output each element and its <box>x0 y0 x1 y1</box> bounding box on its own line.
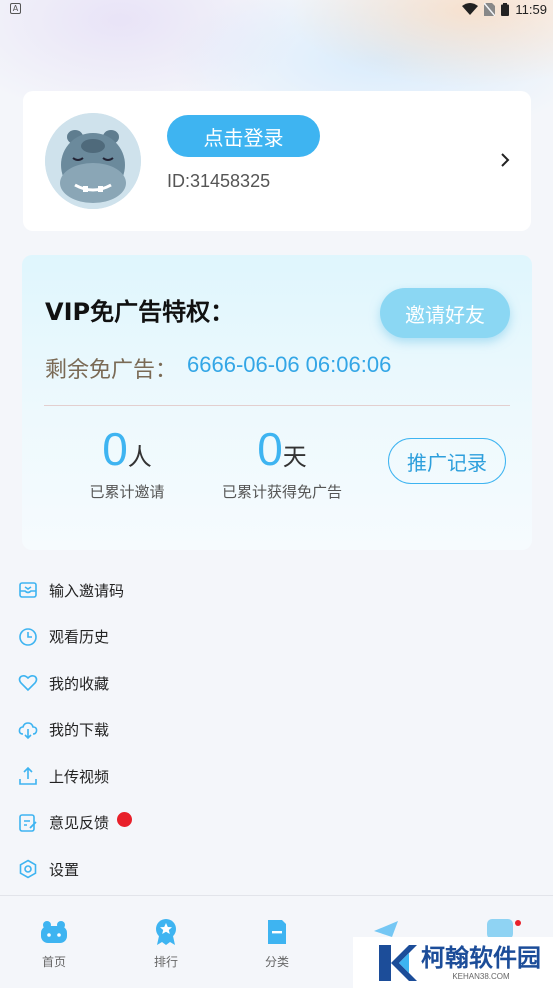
tab-label: 排行 <box>153 955 178 969</box>
send-icon <box>374 921 398 937</box>
tab-home[interactable]: 首页 <box>24 918 84 970</box>
profile-card[interactable]: 点击登录 ID:31458325 <box>23 91 531 231</box>
settings-icon <box>18 859 38 879</box>
invite-friends-button[interactable]: 邀请好友 <box>380 288 510 338</box>
menu-item-favorites[interactable]: 我的收藏 <box>0 660 553 707</box>
chevron-right-icon[interactable] <box>499 151 511 169</box>
tab-label: 分类 <box>264 955 289 969</box>
menu-item-upload[interactable]: 上传视频 <box>0 753 553 800</box>
wifi-icon <box>462 3 479 15</box>
status-bar: A 11:59 <box>0 0 553 18</box>
menu-label: 输入邀请码 <box>49 581 125 600</box>
remaining-label: 剩余免广告： <box>45 358 178 383</box>
divider <box>44 405 510 406</box>
menu-label: 上传视频 <box>49 767 110 786</box>
watermark-subtitle: KEHAN38.COM <box>452 972 510 981</box>
invited-stat: 0人 已累计邀请 <box>67 423 187 502</box>
notification-dot <box>117 812 133 828</box>
menu-item-invite-code[interactable]: 输入邀请码 <box>0 567 553 614</box>
heart-icon <box>18 673 38 693</box>
avatar[interactable] <box>45 113 141 209</box>
promotion-record-button[interactable]: 推广记录 <box>388 438 506 484</box>
menu-label: 我的收藏 <box>49 674 110 693</box>
tab-label: 首页 <box>41 955 66 969</box>
vip-title: VIP免广告特权： <box>45 298 235 326</box>
user-id: ID:31458325 <box>167 171 271 191</box>
menu-label: 设置 <box>49 860 80 879</box>
days-caption: 已累计获得免广告 <box>221 483 342 501</box>
watermark-logo-icon <box>379 944 417 981</box>
menu-item-history[interactable]: 观看历史 <box>0 614 553 661</box>
notification-badge: A <box>10 3 21 14</box>
invited-count: 0 <box>102 423 128 475</box>
days-count: 0 <box>257 423 283 475</box>
tab-category[interactable]: 分类 <box>247 918 307 970</box>
profile-tab-icon <box>487 919 521 939</box>
menu-label: 我的下载 <box>49 721 110 740</box>
days-stat: 0天 已累计获得免广告 <box>212 423 352 502</box>
no-sim-icon <box>484 2 496 16</box>
tab-ranking[interactable]: 排行 <box>136 918 196 970</box>
hippo-home-icon <box>41 921 67 943</box>
upload-icon <box>18 766 38 786</box>
watermark: 柯翰软件园 KEHAN38.COM <box>353 937 553 988</box>
battery-icon <box>501 2 510 16</box>
days-unit: 天 <box>282 443 307 471</box>
menu-item-settings[interactable]: 设置 <box>0 846 553 893</box>
hippo-avatar-icon <box>45 113 141 209</box>
feedback-icon <box>18 813 38 833</box>
cloud-download-icon <box>18 720 38 740</box>
remaining-ad-free: 剩余免广告： 6666-06-06 06:06:06 <box>45 352 391 384</box>
category-icon <box>268 920 286 944</box>
menu-item-feedback[interactable]: 意见反馈 <box>0 800 553 847</box>
clock-icon <box>18 627 38 647</box>
remaining-value: 6666-06-06 06:06:06 <box>187 352 392 377</box>
clock-time: 11:59 <box>515 1 547 17</box>
ranking-badge-icon <box>156 919 176 945</box>
menu-label: 观看历史 <box>49 628 110 647</box>
menu-label: 意见反馈 <box>49 814 110 833</box>
watermark-title: 柯翰软件园 <box>421 944 541 972</box>
menu-item-downloads[interactable]: 我的下载 <box>0 707 553 754</box>
invited-unit: 人 <box>127 443 152 471</box>
login-button[interactable]: 点击登录 <box>167 115 320 157</box>
invited-caption: 已累计邀请 <box>89 483 165 501</box>
invite-code-icon <box>18 580 38 600</box>
vip-card: VIP免广告特权： 邀请好友 剩余免广告： 6666-06-06 06:06:0… <box>22 255 532 550</box>
menu-list: 输入邀请码 观看历史 我的收藏 我的下载 上传视频 意见反馈 设置 <box>0 567 553 893</box>
